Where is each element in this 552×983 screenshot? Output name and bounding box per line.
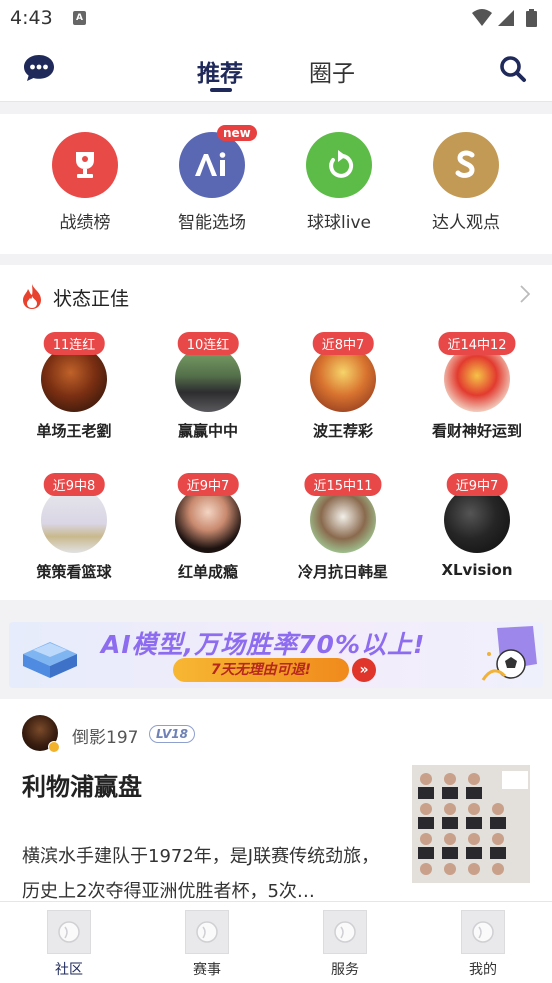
streak-badge: 近9中8 <box>43 473 105 496</box>
chat-bubble-icon[interactable] <box>22 53 56 83</box>
post-title[interactable]: 利物浦赢盘 <box>22 767 142 802</box>
streak-badge: 近9中7 <box>446 473 508 496</box>
battery-icon <box>526 9 537 27</box>
hot-experts-section: 状态正佳 11连红 单场王老劉 10连红 赢赢中中 近8中7 波王荐彩 近14中… <box>0 265 552 600</box>
services-icon <box>323 910 367 954</box>
shortcut-panel: 战绩榜 new 智能选场 球球live 达人观点 <box>0 114 552 254</box>
status-time: 4:43 <box>10 7 53 29</box>
tab-profile[interactable]: 我的 <box>443 910 523 979</box>
streak-badge: 11连红 <box>43 332 105 355</box>
shortcut-label: 智能选场 <box>178 213 246 233</box>
sim-notification-icon: A <box>73 11 86 25</box>
shortcut-ranking[interactable]: 战绩榜 <box>30 132 140 233</box>
avatar <box>41 487 107 553</box>
shortcut-label: 达人观点 <box>432 213 500 233</box>
s-icon <box>433 132 499 198</box>
promo-banner[interactable]: AI模型,万场胜率70%以上! 7天无理由可退! » <box>9 622 543 688</box>
expert-card[interactable]: 近15中11 冷月抗日韩星 <box>278 473 408 582</box>
streak-badge: 10连红 <box>177 332 239 355</box>
shortcut-live[interactable]: 球球live <box>284 132 394 233</box>
bottom-tab-bar: 社区 赛事 服务 我的 <box>0 901 552 983</box>
avatar <box>444 487 510 553</box>
ai-icon: new <box>179 125 257 198</box>
expert-card[interactable]: 近9中7 XLvision <box>412 473 542 579</box>
expert-name: 红单成瘾 <box>177 563 238 581</box>
shortcut-label: 球球live <box>307 213 371 233</box>
streak-badge: 近8中7 <box>312 332 374 355</box>
avatar <box>175 346 241 412</box>
streak-badge: 近9中7 <box>177 473 239 496</box>
tab-label: 我的 <box>469 962 497 978</box>
avatar <box>444 346 510 412</box>
profile-icon <box>461 910 505 954</box>
expert-name: 赢赢中中 <box>177 422 238 440</box>
expert-card[interactable]: 近9中7 红单成瘾 <box>143 473 273 582</box>
chevron-right-icon[interactable] <box>520 285 531 307</box>
expert-name: 策策看篮球 <box>36 563 112 581</box>
soccer-ball-icon <box>477 624 541 688</box>
level-badge: LV18 <box>149 725 195 743</box>
search-icon[interactable] <box>498 54 528 84</box>
shortcut-expert-views[interactable]: 达人观点 <box>411 132 521 233</box>
trophy-icon <box>52 132 118 198</box>
author-name[interactable]: 倒影197 <box>72 723 138 748</box>
streak-badge: 近14中12 <box>438 332 516 355</box>
signal-icon <box>498 10 514 26</box>
section-title: 状态正佳 <box>53 288 130 310</box>
avatar <box>310 346 376 412</box>
tab-community[interactable]: 社区 <box>29 910 109 979</box>
expert-name: 单场王老劉 <box>36 422 112 440</box>
avatar <box>175 487 241 553</box>
tab-matches[interactable]: 赛事 <box>167 910 247 979</box>
post-card[interactable]: 倒影197 LV18 利物浦赢盘 横滨水手建队于1972年，是J联赛传统劲旅，历… <box>0 699 552 901</box>
streak-badge: 近15中11 <box>304 473 382 496</box>
expert-card[interactable]: 近9中8 策策看篮球 <box>9 473 139 582</box>
post-thumbnail[interactable] <box>412 765 530 883</box>
expert-card[interactable]: 近8中7 波王荐彩 <box>278 332 408 441</box>
avatar <box>41 346 107 412</box>
community-icon <box>47 910 91 954</box>
double-arrow-icon: » <box>352 658 376 682</box>
tab-recommend[interactable]: 推荐 <box>197 54 243 88</box>
top-header: 推荐 圈子 <box>0 38 552 102</box>
tab-services[interactable]: 服务 <box>305 910 385 979</box>
matches-icon <box>185 910 229 954</box>
verified-badge-icon <box>48 741 60 753</box>
tab-label: 服务 <box>331 962 359 978</box>
tab-circle[interactable]: 圈子 <box>309 54 355 88</box>
fire-icon <box>20 282 44 314</box>
expert-card[interactable]: 近14中12 看财神好运到 <box>412 332 542 441</box>
cube-logo-icon <box>15 632 85 686</box>
expert-card[interactable]: 11连红 单场王老劉 <box>9 332 139 441</box>
refresh-arrow-icon <box>306 132 372 198</box>
expert-name: 冷月抗日韩星 <box>297 563 388 581</box>
status-bar: 4:43 A <box>0 0 552 38</box>
expert-name: 波王荐彩 <box>312 422 373 440</box>
shortcut-label: 战绩榜 <box>59 213 111 233</box>
shortcut-ai-pick[interactable]: new 智能选场 <box>157 125 267 233</box>
post-body[interactable]: 横滨水手建队于1972年，是J联赛传统劲旅，历史上2次夺得亚洲优胜者杯，5次… <box>22 839 392 901</box>
avatar <box>310 487 376 553</box>
banner-subtitle: 7天无理由可退! <box>173 658 349 682</box>
system-icons <box>470 8 542 32</box>
expert-name: 看财神好运到 <box>431 422 522 440</box>
active-tab-indicator <box>210 88 232 92</box>
tab-label: 赛事 <box>193 962 221 978</box>
wifi-icon <box>472 9 492 26</box>
new-badge: new <box>217 125 257 141</box>
banner-title: AI模型,万场胜率70%以上! <box>101 630 426 659</box>
expert-card[interactable]: 10连红 赢赢中中 <box>143 332 273 441</box>
tab-label: 社区 <box>55 962 83 978</box>
expert-name: XLvision <box>441 561 513 579</box>
